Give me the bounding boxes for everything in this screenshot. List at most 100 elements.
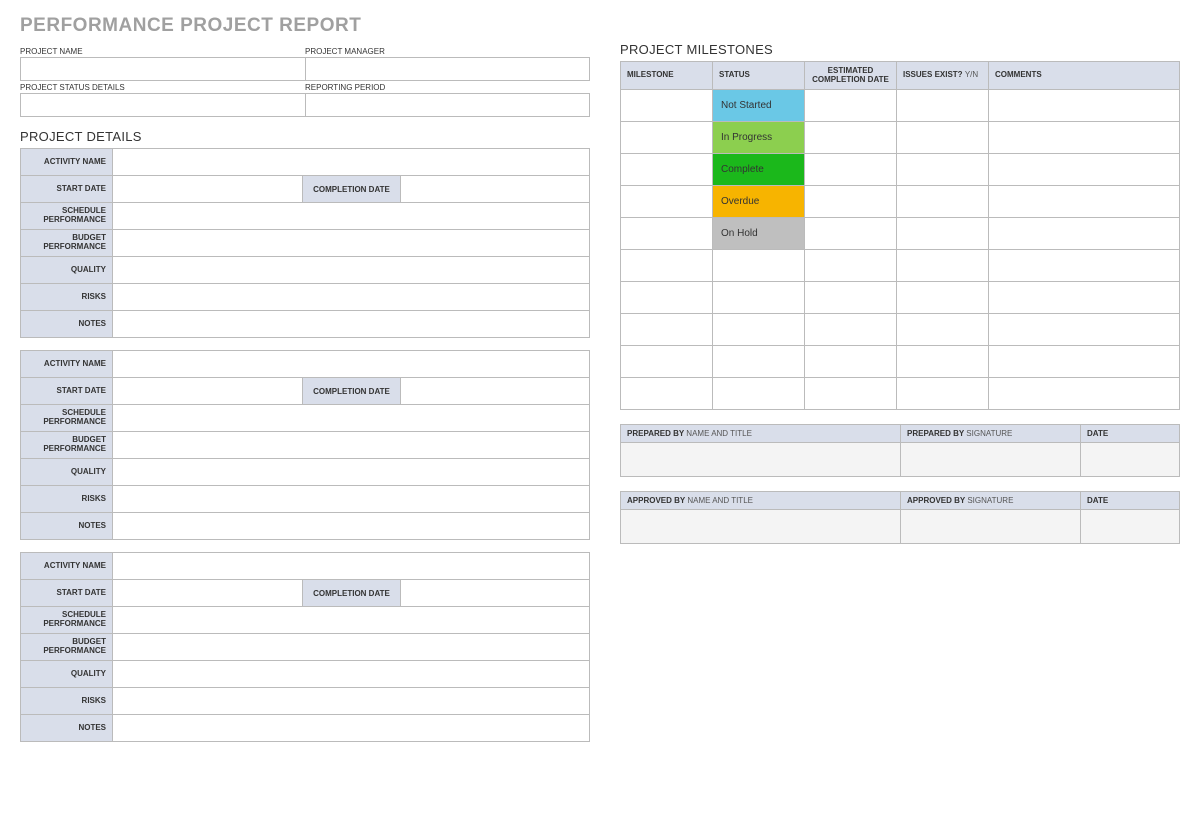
status-cell[interactable]: Overdue (713, 186, 805, 218)
issues-cell[interactable] (897, 282, 989, 314)
risks-input[interactable] (113, 284, 590, 311)
comments-cell[interactable] (989, 122, 1180, 154)
notes-input[interactable] (113, 513, 590, 540)
approved-sig-header: APPROVED BY SIGNATURE (901, 492, 1081, 510)
schedule-performance-input[interactable] (113, 607, 590, 634)
start-date-input[interactable] (113, 176, 303, 203)
activity-name-input[interactable] (113, 351, 590, 378)
comments-cell[interactable] (989, 90, 1180, 122)
status-cell[interactable] (713, 282, 805, 314)
completion-date-input[interactable] (401, 378, 590, 405)
notes-input[interactable] (113, 715, 590, 742)
table-row: Complete (621, 154, 1180, 186)
milestone-cell[interactable] (621, 250, 713, 282)
completion-date-cell[interactable] (805, 250, 897, 282)
issues-cell[interactable] (897, 346, 989, 378)
prepared-sig-input[interactable] (901, 443, 1081, 477)
quality-input[interactable] (113, 661, 590, 688)
comments-cell[interactable] (989, 346, 1180, 378)
milestone-cell[interactable] (621, 378, 713, 410)
status-cell[interactable] (713, 314, 805, 346)
start-date-input[interactable] (113, 580, 303, 607)
quality-input[interactable] (113, 257, 590, 284)
issues-cell[interactable] (897, 218, 989, 250)
activity-list: ACTIVITY NAMESTART DATECOMPLETION DATESC… (20, 148, 590, 742)
completion-date-cell[interactable] (805, 218, 897, 250)
completion-date-cell[interactable] (805, 90, 897, 122)
completion-date-cell[interactable] (805, 186, 897, 218)
notes-label: NOTES (21, 513, 113, 540)
table-row (621, 346, 1180, 378)
issues-cell[interactable] (897, 378, 989, 410)
milestone-cell[interactable] (621, 186, 713, 218)
activity-name-label: ACTIVITY NAME (21, 149, 113, 176)
status-details-input[interactable] (20, 93, 305, 117)
issues-cell[interactable] (897, 250, 989, 282)
milestone-cell[interactable] (621, 154, 713, 186)
issues-cell[interactable] (897, 154, 989, 186)
completion-date-cell[interactable] (805, 282, 897, 314)
project-manager-label: PROJECT MANAGER (305, 45, 590, 57)
completion-date-cell[interactable] (805, 346, 897, 378)
prepared-date-input[interactable] (1081, 443, 1180, 477)
budget-performance-input[interactable] (113, 634, 590, 661)
approved-sig-input[interactable] (901, 510, 1081, 544)
comments-cell[interactable] (989, 314, 1180, 346)
completion-date-cell[interactable] (805, 378, 897, 410)
start-date-input[interactable] (113, 378, 303, 405)
comments-cell[interactable] (989, 186, 1180, 218)
activity-name-input[interactable] (113, 553, 590, 580)
risks-input[interactable] (113, 486, 590, 513)
completion-date-cell[interactable] (805, 314, 897, 346)
completion-date-cell[interactable] (805, 122, 897, 154)
notes-input[interactable] (113, 311, 590, 338)
schedule-performance-input[interactable] (113, 203, 590, 230)
completion-date-cell[interactable] (805, 154, 897, 186)
milestone-cell[interactable] (621, 218, 713, 250)
risks-input[interactable] (113, 688, 590, 715)
table-row: In Progress (621, 122, 1180, 154)
schedule-performance-input[interactable] (113, 405, 590, 432)
issues-cell[interactable] (897, 186, 989, 218)
comments-cell[interactable] (989, 218, 1180, 250)
comments-cell[interactable] (989, 154, 1180, 186)
approved-name-input[interactable] (621, 510, 901, 544)
project-name-label: PROJECT NAME (20, 45, 305, 57)
completion-date-input[interactable] (401, 580, 590, 607)
quality-input[interactable] (113, 459, 590, 486)
milestone-cell[interactable] (621, 282, 713, 314)
activity-name-input[interactable] (113, 149, 590, 176)
status-cell[interactable]: Not Started (713, 90, 805, 122)
milestone-cell[interactable] (621, 346, 713, 378)
comments-cell[interactable] (989, 250, 1180, 282)
prepared-name-input[interactable] (621, 443, 901, 477)
budget-performance-input[interactable] (113, 432, 590, 459)
comments-cell[interactable] (989, 282, 1180, 314)
col-completion-date: ESTIMATED COMPLETION DATE (805, 62, 897, 90)
status-cell[interactable]: In Progress (713, 122, 805, 154)
budget-performance-input[interactable] (113, 230, 590, 257)
completion-date-input[interactable] (401, 176, 590, 203)
reporting-period-label: REPORTING PERIOD (305, 81, 590, 93)
page-title: PERFORMANCE PROJECT REPORT (20, 15, 590, 37)
reporting-period-input[interactable] (305, 93, 590, 117)
approved-sig-label: APPROVED BY (907, 496, 965, 505)
issues-cell[interactable] (897, 122, 989, 154)
issues-cell[interactable] (897, 90, 989, 122)
table-row: Overdue (621, 186, 1180, 218)
approved-date-input[interactable] (1081, 510, 1180, 544)
milestones-title: PROJECT MILESTONES (620, 42, 1180, 57)
status-cell[interactable] (713, 346, 805, 378)
status-cell[interactable] (713, 378, 805, 410)
approved-name-header: APPROVED BY NAME AND TITLE (621, 492, 901, 510)
milestone-cell[interactable] (621, 314, 713, 346)
project-name-input[interactable] (20, 57, 305, 81)
comments-cell[interactable] (989, 378, 1180, 410)
milestone-cell[interactable] (621, 90, 713, 122)
milestone-cell[interactable] (621, 122, 713, 154)
status-cell[interactable]: On Hold (713, 218, 805, 250)
status-cell[interactable]: Complete (713, 154, 805, 186)
issues-cell[interactable] (897, 314, 989, 346)
status-cell[interactable] (713, 250, 805, 282)
project-manager-input[interactable] (305, 57, 590, 81)
